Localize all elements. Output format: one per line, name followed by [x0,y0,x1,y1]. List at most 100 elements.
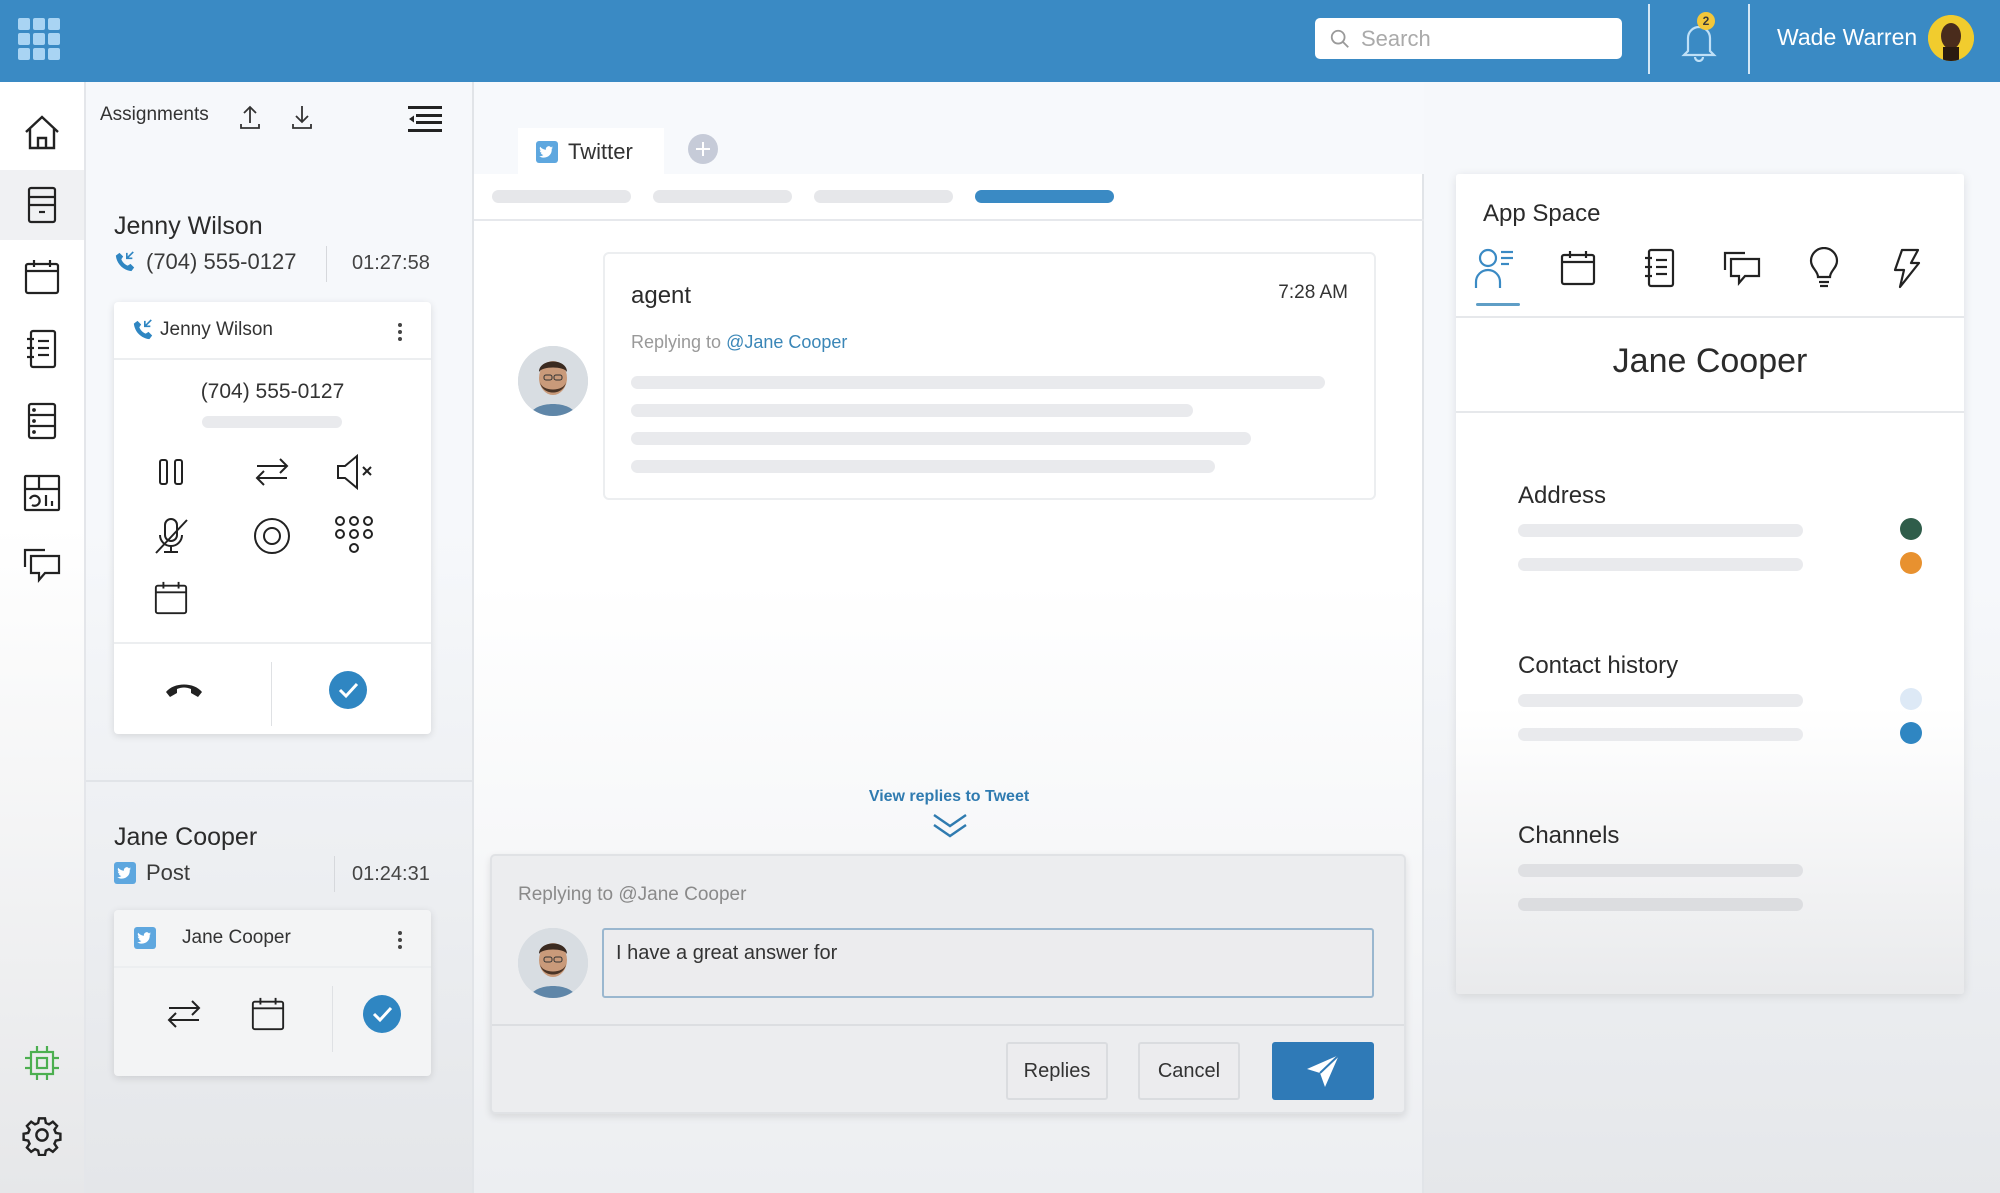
divider [114,642,431,644]
nav-notebook[interactable] [0,314,84,384]
message-author: agent [631,282,692,309]
upload-button[interactable] [238,104,262,130]
reply-input[interactable] [602,928,1374,998]
placeholder-line [1518,694,1803,707]
replies-button[interactable]: Replies [1006,1042,1108,1100]
dialpad-button[interactable] [330,512,378,560]
divider [1748,4,1750,74]
section-channels: Channels [1518,822,1620,849]
tab-twitter[interactable]: Twitter [518,128,664,176]
tab-notebook[interactable] [1636,242,1684,294]
assignment-duration: 01:27:58 [352,252,430,274]
more-options-icon[interactable] [397,930,403,950]
divider [1456,316,1964,318]
nav-reports[interactable] [0,458,84,528]
transfer-button[interactable] [160,990,208,1038]
tab-automation[interactable] [1882,242,1930,294]
tab-chat[interactable] [1718,242,1766,294]
call-card: Jenny Wilson (704) 555-0127 [114,302,431,734]
sub-tab[interactable] [814,190,953,203]
nav-cabinet[interactable] [0,170,84,240]
dialpad-icon [335,516,373,553]
app-launcher-icon[interactable] [18,18,60,60]
nav-calendar[interactable] [0,242,84,312]
assignment-subtitle: (704) 555-0127 [114,249,296,275]
placeholder-line [631,376,1325,389]
schedule-button[interactable] [244,990,292,1038]
divider [334,856,335,892]
lightbulb-icon [1809,247,1839,288]
section-address: Address [1518,482,1607,509]
complete-button[interactable] [324,666,372,714]
divider [326,246,327,282]
double-chevron-down-icon[interactable] [930,812,970,840]
post-card-header: Jane Cooper [114,910,431,968]
replying-prefix: Replying to [631,332,722,352]
nav-server[interactable] [0,386,84,456]
post-card-name: Jane Cooper [182,927,291,948]
contact-details-icon [1474,248,1513,288]
notification-badge: 2 [1697,12,1715,30]
nav-chat[interactable] [0,530,84,600]
status-dot [1900,688,1922,710]
nav-integrations[interactable] [0,1028,84,1098]
tab-twitter-label: Twitter [568,139,633,164]
send-button[interactable] [1272,1042,1374,1100]
post-card: Jane Cooper [114,910,431,1076]
send-icon [1307,1054,1340,1087]
placeholder-line [631,432,1251,445]
tab-calendar[interactable] [1554,242,1602,294]
left-nav [0,82,86,1193]
nav-home[interactable] [0,97,84,167]
conversation-panel: Twitter agent 7:28 AM Replying to @Jane … [474,82,1424,1193]
assignment-name[interactable]: Jane Cooper [114,823,257,852]
app-space-card: App Space Jane Cooper Address Contact hi… [1456,174,1964,994]
calendar-icon [251,997,285,1031]
view-replies-link[interactable]: View replies to Tweet [474,788,1424,806]
home-icon [25,115,59,150]
calendar-icon [24,260,60,295]
complete-button[interactable] [358,990,406,1038]
more-options-icon[interactable] [397,322,403,342]
assignments-title: Assignments [100,104,209,125]
sub-tab[interactable] [492,190,631,203]
agent-avatar [518,928,588,998]
nav-settings[interactable] [0,1100,84,1170]
tab-contact-details[interactable] [1472,242,1520,306]
sub-tabs [492,190,1114,203]
cancel-button[interactable]: Cancel [1138,1042,1240,1100]
speaker-mute-button[interactable] [332,448,380,496]
placeholder-line [1518,524,1803,537]
contact-name-heading: Jane Cooper [1612,342,1808,380]
top-bar: 2 Wade Warren [0,0,2000,82]
transfer-button[interactable] [248,448,296,496]
sub-tab[interactable] [653,190,792,203]
reply-composer: Replying to @Jane Cooper Replies Cancel [490,854,1406,1114]
placeholder-line [202,416,342,428]
placeholder-line [1518,864,1803,877]
search-box[interactable] [1315,18,1622,59]
hold-button[interactable] [147,448,195,496]
divider [1648,4,1650,74]
tab-ideas[interactable] [1800,242,1848,294]
mic-mute-button[interactable] [147,512,195,560]
hangup-button[interactable] [160,666,208,714]
assignment-name[interactable]: Jenny Wilson [114,212,263,241]
search-input[interactable] [1361,25,1601,52]
call-card-phone: (704) 555-0127 [200,380,345,403]
twitter-icon [536,141,558,163]
schedule-button[interactable] [147,574,195,622]
chat-icon [23,548,61,583]
download-button[interactable] [290,104,314,130]
user-avatar[interactable] [1928,15,1974,61]
add-tab-button[interactable] [688,134,718,164]
sub-tab-active[interactable] [975,190,1114,203]
user-name[interactable]: Wade Warren [1777,24,1917,51]
placeholder-line [1518,728,1803,741]
record-icon [254,518,290,554]
mic-mute-icon [155,518,188,554]
twitter-icon [114,862,136,884]
collapse-list-button[interactable] [408,106,442,132]
record-button[interactable] [248,512,296,560]
mention-link[interactable]: @Jane Cooper [726,332,847,352]
